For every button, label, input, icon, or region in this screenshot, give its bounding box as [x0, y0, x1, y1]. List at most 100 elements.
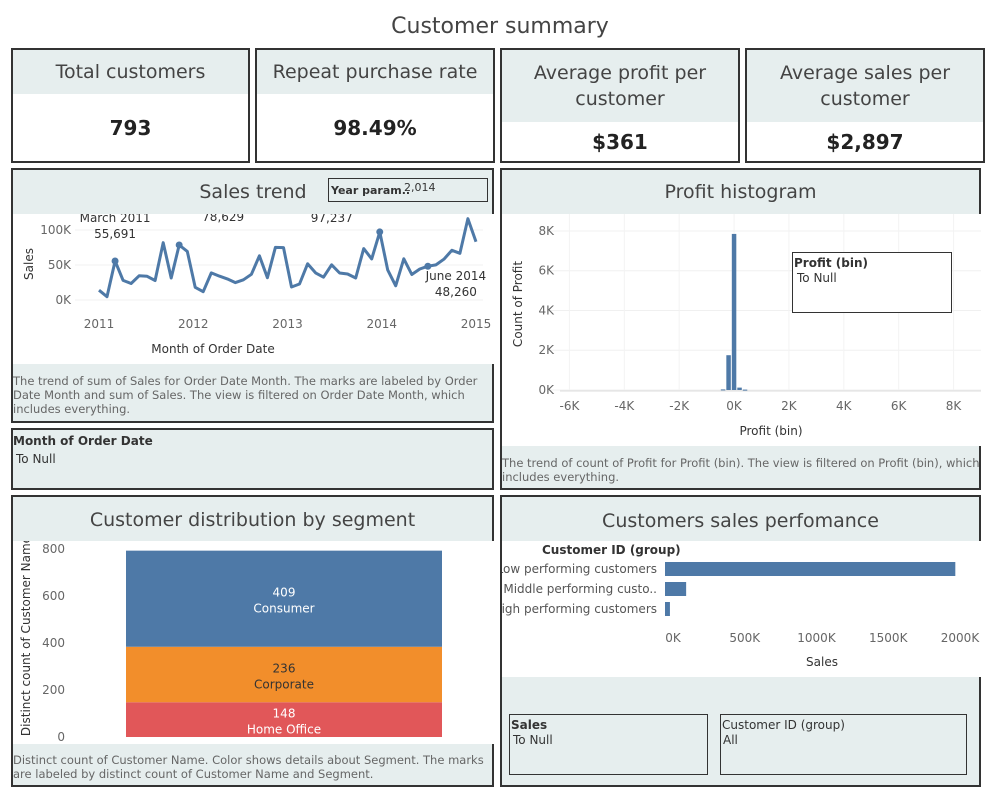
profit-histogram-caption: The trend of count of Profit for Profit …	[502, 456, 980, 484]
labeled-point	[111, 257, 119, 265]
category-label: Low performing customers	[502, 562, 657, 576]
x-tick-label: -6K	[560, 399, 581, 413]
sales-filter[interactable]: Sales To Null	[509, 714, 708, 775]
kpi-label: Total customers	[13, 50, 248, 94]
dashboard-title: Customer summary	[391, 14, 609, 39]
month-filter-panel[interactable]: Month of Order Date To Null	[11, 428, 494, 490]
profit-histogram-title: Profit histogram	[664, 181, 817, 203]
x-tick-label: 2015	[461, 317, 492, 331]
x-axis-title: Sales	[806, 655, 838, 669]
kpi-label: Average sales per customer	[747, 50, 983, 122]
sales-bar	[665, 602, 670, 616]
x-tick-label: 500K	[729, 631, 761, 645]
sales-performance-plot: Customer ID (group) Low performing custom…	[493, 541, 981, 677]
sales-trend-chart: 0K 50K 100K 2011 2012 2013 2014 2015 Month of Or…	[22, 194, 492, 356]
sales-filter-label: Sales	[511, 718, 548, 732]
segment-name-label: Corporate	[254, 677, 314, 691]
year-parameter-value: 2,014	[404, 181, 436, 194]
sales-bar	[665, 562, 956, 576]
month-filter-value: To Null	[16, 452, 56, 466]
sales-performance-title: Customers sales perfomance	[602, 510, 879, 532]
x-tick-label: 0K	[665, 631, 682, 645]
segment-title: Customer distribution by segment	[89, 509, 416, 531]
kpi-total-customers: Total customers 793	[11, 48, 250, 163]
x-tick-label: 4K	[836, 399, 853, 413]
segment-name-label: Home Office	[247, 723, 321, 737]
point-month-label: March 2011	[80, 214, 151, 225]
x-tick-label: 2012	[178, 317, 209, 331]
x-tick-label: 6K	[891, 399, 908, 413]
segment-plot: 0 200 400 600 800 Distinct count of Customer …	[13, 536, 494, 744]
month-filter-label: Month of Order Date	[13, 434, 153, 448]
segment-name-label: Consumer	[253, 602, 314, 616]
kpi-label: Average profit per customer	[502, 50, 738, 122]
point-value-label: 55,691	[94, 227, 136, 241]
kpi-value: $361	[592, 130, 648, 154]
x-axis-title: Profit (bin)	[739, 424, 802, 438]
kpi-average-sales: Average sales per customer $2,897	[745, 48, 985, 163]
sales-filter-value: To Null	[513, 733, 553, 747]
y-tick-label: 0K	[55, 293, 72, 307]
y-tick-label: 0K	[538, 383, 555, 397]
histogram-bar	[737, 387, 742, 390]
y-tick-label: 200	[42, 683, 65, 697]
customer-id-group-filter-label: Customer ID (group)	[722, 718, 845, 732]
x-tick-label: 0K	[726, 399, 743, 413]
y-tick-label: 800	[42, 542, 65, 556]
kpi-repeat-purchase-rate: Repeat purchase rate 98.49%	[255, 48, 495, 163]
segment-panel: Customer distribution by segment 0 200 400…	[11, 495, 494, 787]
segment-value-label: 409	[273, 586, 296, 600]
y-axis-title: Sales	[22, 248, 36, 280]
sales-trend-panel: Sales trend Year param.. 2,014 0K 50K 100K…	[11, 168, 494, 423]
x-tick-label: -2K	[669, 399, 690, 413]
y-tick-label: 8K	[538, 224, 555, 238]
x-tick-label: 2000K	[941, 631, 981, 645]
year-parameter-label: Year param..	[331, 184, 411, 197]
year-parameter-control[interactable]: Year param.. 2,014	[328, 178, 488, 202]
sales-performance-panel: Customers sales perfomance Customer ID (…	[493, 495, 981, 787]
category-label: High performing customers	[502, 602, 657, 616]
kpi-label: Repeat purchase rate	[257, 50, 493, 94]
point-month-label: June 2014	[425, 269, 487, 283]
y-tick-label: 50K	[48, 258, 72, 272]
x-tick-label: 8K	[946, 399, 963, 413]
y-tick-label: 0	[57, 730, 65, 744]
y-tick-label: 2K	[538, 343, 555, 357]
category-label: Middle performing custo..	[503, 582, 657, 596]
customer-id-group-filter[interactable]: Customer ID (group) All	[720, 714, 967, 775]
segment-value-label: 236	[273, 661, 296, 675]
profit-bin-legend[interactable]: Profit (bin) To Null	[792, 252, 952, 313]
segment-chart: 0 200 400 600 800 Distinct count of Customer …	[19, 536, 442, 744]
y-axis-title: Distinct count of Customer Name	[19, 541, 33, 736]
histogram-bar	[742, 389, 748, 391]
y-tick-label: 400	[42, 636, 65, 650]
x-tick-label: 2014	[366, 317, 397, 331]
y-tick-label: 600	[42, 589, 65, 603]
x-tick-label: 1500K	[869, 631, 909, 645]
profit-bin-legend-value: To Null	[797, 271, 837, 285]
kpi-value: $2,897	[826, 130, 904, 154]
kpi-value: 793	[109, 116, 152, 140]
row-header: Customer ID (group)	[542, 543, 681, 557]
profit-histogram-chart: 0K 2K 4K 6K 8K -6K -4K -2K 0K 2K 4K 6K 8K Profit (bin…	[511, 214, 981, 438]
profit-histogram-plot: 0K 2K 4K 6K 8K -6K -4K -2K 0K 2K 4K 6K 8K Profit (bin…	[502, 214, 981, 446]
y-tick-label: 100K	[40, 223, 72, 237]
y-axis-title: Count of Profit	[511, 261, 525, 347]
histogram-bar	[731, 233, 737, 390]
segment-value-label: 148	[273, 707, 296, 721]
kpi-value: 98.49%	[333, 116, 417, 140]
x-tick-label: 1000K	[797, 631, 837, 645]
x-tick-label: 2013	[272, 317, 303, 331]
x-tick-label: -4K	[614, 399, 635, 413]
profit-histogram-panel: Profit histogram 0K 2K 4K 6K 8K -6K -4K -2K 0K 2K…	[500, 168, 981, 490]
kpi-average-profit: Average profit per customer $361	[500, 48, 740, 163]
x-tick-label: 2K	[781, 399, 798, 413]
y-tick-label: 4K	[538, 303, 555, 317]
segment-caption: Distinct count of Customer Name. Color s…	[13, 753, 484, 781]
point-value-label: 97,237	[311, 214, 353, 225]
histogram-bar	[726, 355, 731, 390]
point-value-label: 78,629	[202, 214, 244, 224]
x-tick-label: 2011	[84, 317, 115, 331]
sales-bar	[665, 582, 687, 596]
histogram-bar	[720, 389, 726, 391]
